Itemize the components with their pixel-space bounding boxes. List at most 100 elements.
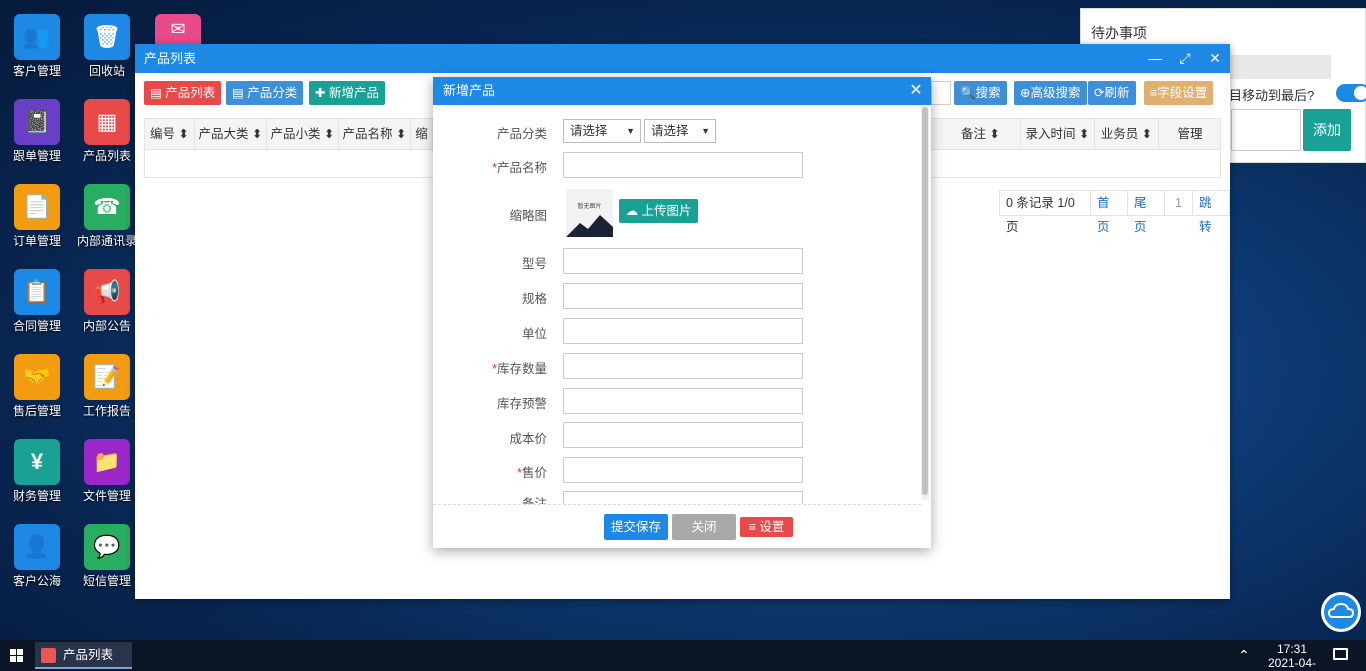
app-tile-icon: 🤝 xyxy=(14,354,60,400)
move-to-last-toggle[interactable] xyxy=(1336,84,1366,102)
desktop-icon-12[interactable]: 👤 客户公海 xyxy=(2,524,72,588)
upload-image-button[interactable]: ☁ 上传图片 xyxy=(619,199,698,223)
search-button[interactable]: 🔍搜索 xyxy=(954,81,1007,105)
desktop-icon-8[interactable]: 🤝 售后管理 xyxy=(2,354,72,418)
stock-warning-input[interactable] xyxy=(563,388,803,414)
desktop-icon-11[interactable]: 📁 文件管理 xyxy=(72,439,142,503)
app-tile-icon: 📓 xyxy=(14,99,60,145)
col-subcategory[interactable]: 产品小类 ⬍ xyxy=(267,119,339,149)
mail-icon[interactable]: ✉ xyxy=(155,14,201,44)
desktop-icon-6[interactable]: 📋 合同管理 xyxy=(2,269,72,333)
price-input[interactable] xyxy=(563,457,803,483)
app-tile-icon: ▦ xyxy=(84,99,130,145)
app-tile-icon: 👤 xyxy=(14,524,60,570)
taskbar-item-product-list[interactable]: 产品列表 xyxy=(35,642,132,669)
jump-link[interactable]: 跳转 xyxy=(1193,191,1229,234)
app-tile-icon: 👥 xyxy=(14,14,60,60)
desktop-icon-label: 合同管理 xyxy=(12,319,61,333)
product-category-button[interactable]: ▤ 产品分类 xyxy=(226,81,304,105)
desktop-icon-0[interactable]: 👥 客户管理 xyxy=(2,14,72,78)
pager-summary: 0 条记录 1/0页 xyxy=(1000,191,1092,234)
stock-warning-label: 库存预警 xyxy=(496,397,547,411)
desktop-icon-label: 回收站 xyxy=(88,64,125,78)
category-label: 产品分类 xyxy=(496,127,547,141)
taskbar-clock[interactable]: 17:31 2021-04- xyxy=(1262,642,1322,670)
unit-label: 单位 xyxy=(521,327,547,341)
todo-textarea[interactable] xyxy=(1231,109,1301,151)
mountain-icon xyxy=(566,215,613,237)
desktop-icon-label: 产品列表 xyxy=(82,149,131,163)
desktop-icon-1[interactable]: 🗑 回收站 xyxy=(72,14,142,78)
maximize-icon[interactable]: ⤢ xyxy=(1170,44,1200,73)
category-select-2[interactable]: 请选择 ▼ xyxy=(644,119,716,143)
search-input[interactable] xyxy=(931,81,951,105)
cost-label: 成本价 xyxy=(509,432,547,446)
field-settings-button[interactable]: ≡字段设置 xyxy=(1144,81,1214,105)
app-tile-icon: 💬 xyxy=(84,524,130,570)
window-titlebar: 产品列表 — ⤢ ✕ xyxy=(135,44,1230,73)
app-tile-icon: 📝 xyxy=(84,354,130,400)
col-id[interactable]: 编号 ⬍ xyxy=(145,119,195,149)
desktop-icon-13[interactable]: 💬 短信管理 xyxy=(72,524,142,588)
col-remark[interactable]: 备注 ⬍ xyxy=(941,119,1021,149)
desktop-icon-4[interactable]: 📄 订单管理 xyxy=(2,184,72,248)
last-page-link[interactable]: 尾页 xyxy=(1128,191,1166,234)
desktop-icon-label: 订单管理 xyxy=(12,234,61,248)
chevron-up-icon[interactable]: ⌃ xyxy=(1238,647,1250,664)
refresh-button[interactable]: ⟳刷新 xyxy=(1088,81,1136,105)
close-dialog-button[interactable]: 关闭 xyxy=(672,514,736,540)
submit-save-button[interactable]: 提交保存 xyxy=(604,514,668,540)
dialog-close-icon[interactable]: ✕ xyxy=(901,77,931,105)
todo-add-button[interactable]: 添加 xyxy=(1303,109,1351,151)
model-input[interactable] xyxy=(563,248,803,274)
first-page-link[interactable]: 首页 xyxy=(1091,191,1129,234)
product-name-input[interactable] xyxy=(563,152,803,178)
desktop-icon-label: 客户管理 xyxy=(12,64,61,78)
message-icon[interactable] xyxy=(1333,648,1348,660)
col-time[interactable]: 录入时间 ⬍ xyxy=(1021,119,1095,149)
close-window-icon[interactable]: ✕ xyxy=(1200,44,1230,73)
col-name[interactable]: 产品名称 ⬍ xyxy=(339,119,411,149)
desktop-icon-9[interactable]: 📝 工作报告 xyxy=(72,354,142,418)
app-tile-icon: 📋 xyxy=(14,269,60,315)
desktop-icon-label: 工作报告 xyxy=(82,404,131,418)
add-product-button[interactable]: ✚ 新增产品 xyxy=(309,81,385,105)
col-category[interactable]: 产品大类 ⬍ xyxy=(195,119,267,149)
todo-title: 待办事项 xyxy=(1091,25,1147,41)
unit-input[interactable] xyxy=(563,318,803,344)
desktop-icon-label: 内部公告 xyxy=(82,319,131,333)
settings-button[interactable]: ≡ 设置 xyxy=(740,517,793,537)
desktop-icon-label: 财务管理 xyxy=(12,489,61,503)
minimize-icon[interactable]: — xyxy=(1140,44,1170,73)
clock-time: 17:31 xyxy=(1276,642,1308,656)
desktop-icon-10[interactable]: ¥ 财务管理 xyxy=(2,439,72,503)
app-tile-icon: 🗑 xyxy=(84,14,130,60)
dialog-scrollbar-thumb[interactable] xyxy=(922,107,928,495)
desktop-icon-3[interactable]: ▦ 产品列表 xyxy=(72,99,142,163)
col-thumb[interactable]: 缩 xyxy=(411,119,433,149)
category-select-1[interactable]: 请选择 ▼ xyxy=(563,119,641,143)
desktop-icon-label: 文件管理 xyxy=(82,489,131,503)
desktop-icon-2[interactable]: 📓 跟单管理 xyxy=(2,99,72,163)
thumbnail-image: 暂无图片 xyxy=(566,189,613,237)
desktop-icon-label: 短信管理 xyxy=(82,574,131,588)
current-page: 1 xyxy=(1165,191,1193,215)
advanced-search-button[interactable]: ⊕高级搜索 xyxy=(1014,81,1087,105)
spec-input[interactable] xyxy=(563,283,803,309)
desktop-icon-label: 客户公海 xyxy=(12,574,61,588)
windows-start-icon[interactable] xyxy=(10,649,24,663)
remark-input[interactable] xyxy=(563,491,803,504)
remark-row-clip: 备注 xyxy=(437,491,931,504)
product-list-button[interactable]: ▤ 产品列表 xyxy=(144,81,222,105)
stock-input[interactable] xyxy=(563,353,803,379)
col-salesman[interactable]: 业务员 ⬍ xyxy=(1095,119,1159,149)
col-manage: 管理 xyxy=(1177,127,1203,141)
cloud-icon[interactable] xyxy=(1321,592,1361,632)
cost-input[interactable] xyxy=(563,422,803,448)
desktop-icon-5[interactable]: ☎ 内部通讯录 xyxy=(72,184,142,248)
desktop-icon-label: 售后管理 xyxy=(12,404,61,418)
model-label: 型号 xyxy=(521,257,547,271)
dialog-titlebar: 新增产品 ✕ xyxy=(433,77,931,105)
desktop-icon-7[interactable]: 📢 内部公告 xyxy=(72,269,142,333)
desktop-icon-label: 跟单管理 xyxy=(12,149,61,163)
